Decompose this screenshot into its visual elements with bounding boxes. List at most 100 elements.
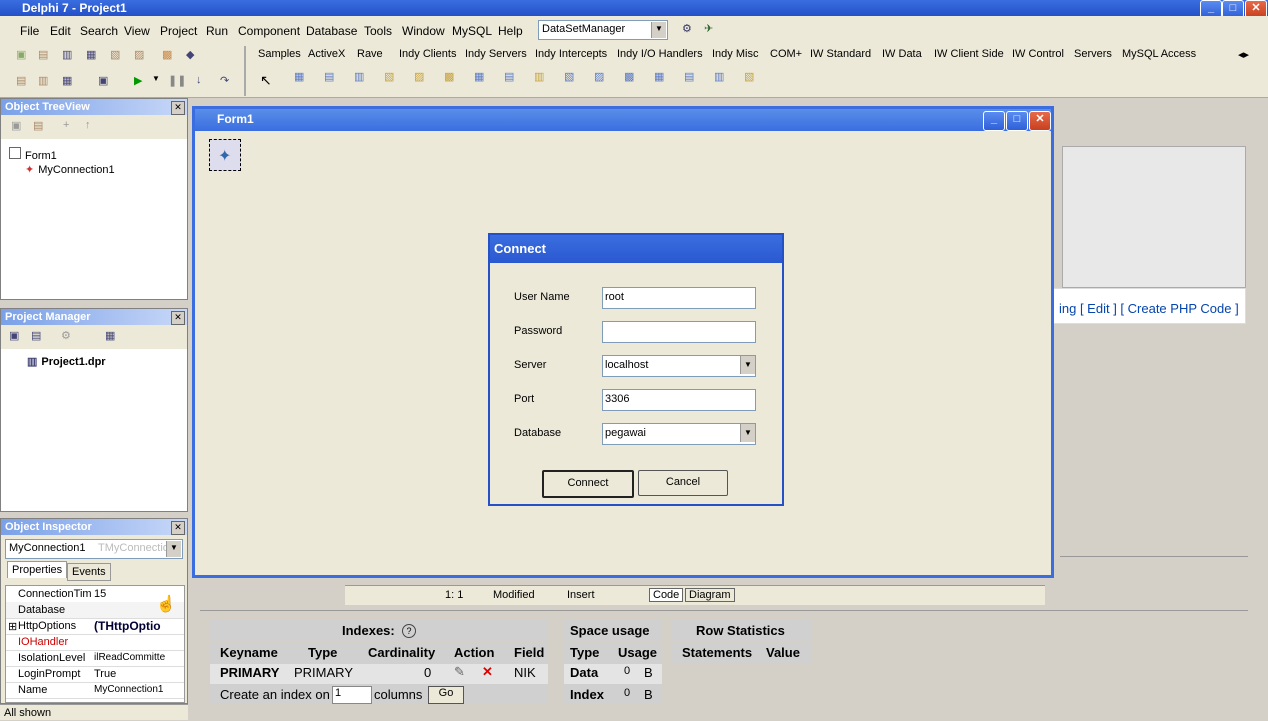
minimize-button[interactable]: _ bbox=[983, 111, 1005, 131]
view-unit-icon[interactable]: ▤ bbox=[16, 74, 32, 90]
menu-mysql[interactable]: MySQL bbox=[452, 24, 492, 38]
new-item-icon[interactable]: ▣ bbox=[11, 119, 27, 135]
property-row[interactable]: Name MyConnection1 bbox=[6, 682, 184, 699]
menu-window[interactable]: Window bbox=[402, 24, 445, 38]
palette-tab-indy-io-handlers[interactable]: Indy I/O Handlers bbox=[617, 48, 703, 60]
folder-icon[interactable]: ▤ bbox=[33, 119, 49, 135]
expand-icon[interactable]: ⊞ bbox=[8, 620, 17, 633]
user-name-input[interactable]: root bbox=[602, 287, 756, 309]
palette-tab-indy-servers[interactable]: Indy Servers bbox=[465, 48, 527, 60]
menu-edit[interactable]: Edit bbox=[50, 24, 71, 38]
menu-file[interactable]: File bbox=[20, 24, 39, 38]
menu-component[interactable]: Component bbox=[238, 24, 300, 38]
tree-item-form1[interactable]: Form1 bbox=[9, 147, 57, 162]
project-item[interactable]: ▥ Project1.dpr bbox=[27, 355, 106, 368]
palette-tab-mysql-access[interactable]: MySQL Access bbox=[1122, 48, 1196, 60]
palette-tab-servers[interactable]: Servers bbox=[1074, 48, 1112, 60]
property-row[interactable]: IOHandler bbox=[6, 634, 184, 651]
port-input[interactable]: 3306 bbox=[602, 389, 756, 411]
delete-icon[interactable]: ✕ bbox=[482, 664, 493, 680]
edit-icon[interactable]: ✎ bbox=[454, 664, 465, 680]
menu-view[interactable]: View bbox=[124, 24, 150, 38]
palette-tab-rave[interactable]: Rave bbox=[357, 48, 383, 60]
menu-help[interactable]: Help bbox=[498, 24, 523, 38]
run-icon[interactable]: ▶ bbox=[134, 74, 150, 90]
cancel-button[interactable]: Cancel bbox=[638, 470, 728, 496]
mysql-component-icon[interactable]: ▧ bbox=[384, 70, 400, 86]
pointer-icon[interactable]: ↖ bbox=[260, 72, 276, 88]
tab-properties[interactable]: Properties bbox=[7, 561, 68, 578]
save-icon[interactable]: ▥ bbox=[62, 48, 78, 64]
palette-tab-iw-client-side[interactable]: IW Client Side bbox=[934, 48, 1004, 60]
chevron-down-icon[interactable]: ▼ bbox=[740, 424, 755, 442]
inspector-object-combo[interactable]: MyConnection1 TMyConnection ▼ bbox=[5, 539, 183, 559]
palette-tab-activex[interactable]: ActiveX bbox=[308, 48, 345, 60]
palette-tab-iw-data[interactable]: IW Data bbox=[882, 48, 922, 60]
mysql-component-icon[interactable]: ▨ bbox=[594, 70, 610, 86]
menu-database[interactable]: Database bbox=[306, 24, 357, 38]
mysql-component-icon[interactable]: ▤ bbox=[504, 70, 520, 86]
property-row[interactable]: ⊞ HttpOptions (THttpOptio bbox=[6, 618, 184, 635]
mysql-component-icon[interactable]: ▧ bbox=[564, 70, 580, 86]
save-all-icon[interactable]: ▦ bbox=[86, 48, 102, 64]
trace-into-icon[interactable]: ↓ bbox=[196, 74, 212, 90]
chevron-down-icon[interactable]: ▼ bbox=[740, 356, 755, 374]
palette-tab-iw-standard[interactable]: IW Standard bbox=[810, 48, 871, 60]
myconnection-component-icon[interactable]: ✦ bbox=[209, 139, 241, 171]
password-input[interactable] bbox=[602, 321, 756, 343]
palette-tab-indy-misc[interactable]: Indy Misc bbox=[712, 48, 758, 60]
mysql-component-icon[interactable]: ▦ bbox=[294, 70, 310, 86]
view-form-icon[interactable]: ▥ bbox=[38, 74, 54, 90]
mysql-component-icon[interactable]: ▩ bbox=[444, 70, 460, 86]
mysql-component-icon[interactable]: ▨ bbox=[414, 70, 430, 86]
connect-button[interactable]: Connect bbox=[542, 470, 634, 498]
desktop-combo[interactable]: DataSetManager ▼ bbox=[538, 20, 668, 40]
options-icon[interactable]: ⚙ bbox=[61, 329, 77, 345]
step-over-icon[interactable]: ↷ bbox=[220, 74, 236, 90]
help-icon[interactable]: ◆ bbox=[186, 48, 202, 64]
tab-diagram[interactable]: Diagram bbox=[685, 588, 735, 602]
mysql-component-icon[interactable]: ▦ bbox=[654, 70, 670, 86]
mysql-component-icon[interactable]: ▥ bbox=[354, 70, 370, 86]
help-icon[interactable]: ? bbox=[402, 624, 416, 638]
mysql-component-icon[interactable]: ▤ bbox=[324, 70, 340, 86]
go-button[interactable]: Go bbox=[428, 686, 464, 704]
palette-scroll-icon[interactable]: ◂▸ bbox=[1238, 48, 1249, 61]
open-icon[interactable]: ▤ bbox=[38, 48, 54, 64]
tree-item-myconnection1[interactable]: ✦ MyConnection1 bbox=[25, 163, 115, 176]
palette-tab-indy-intercepts[interactable]: Indy Intercepts bbox=[535, 48, 607, 60]
maximize-button[interactable]: □ bbox=[1006, 111, 1028, 131]
mysql-component-icon[interactable]: ▥ bbox=[534, 70, 550, 86]
palette-tab-iw-control[interactable]: IW Control bbox=[1012, 48, 1064, 60]
menu-search[interactable]: Search bbox=[80, 24, 118, 38]
up-icon[interactable]: ↑ bbox=[85, 119, 101, 135]
mysql-component-icon[interactable]: ▦ bbox=[474, 70, 490, 86]
view-icon[interactable]: ▦ bbox=[105, 329, 121, 345]
desktop-save-icon[interactable]: ⚙ bbox=[682, 22, 698, 38]
close-icon[interactable]: ✕ bbox=[171, 521, 185, 535]
toggle-icon[interactable]: ▦ bbox=[62, 74, 78, 90]
menu-project[interactable]: Project bbox=[160, 24, 197, 38]
palette-tab-com-plus[interactable]: COM+ bbox=[770, 48, 802, 60]
server-combo[interactable]: localhost ▼ bbox=[602, 355, 756, 377]
property-row[interactable]: IsolationLevel ilReadCommitte bbox=[6, 650, 184, 667]
open-project-icon[interactable]: ▧ bbox=[110, 48, 126, 64]
database-combo[interactable]: pegawai ▼ bbox=[602, 423, 756, 445]
new-icon[interactable]: ▣ bbox=[16, 48, 32, 64]
desktop-set-icon[interactable]: ✈ bbox=[704, 22, 720, 38]
add-icon[interactable]: + bbox=[63, 119, 79, 135]
new-icon[interactable]: ▣ bbox=[9, 329, 25, 345]
index-columns-input[interactable]: 1 bbox=[332, 686, 372, 704]
web-links[interactable]: ing [ Edit ] [ Create PHP Code ] bbox=[1059, 301, 1239, 316]
new-form-icon[interactable]: ▣ bbox=[98, 74, 114, 90]
close-icon[interactable]: ✕ bbox=[171, 311, 185, 325]
pause-icon[interactable]: ❚❚ bbox=[168, 74, 186, 90]
close-button[interactable]: ✕ bbox=[1029, 111, 1051, 131]
mysql-component-icon[interactable]: ▩ bbox=[624, 70, 640, 86]
tab-events[interactable]: Events bbox=[67, 563, 111, 581]
close-icon[interactable]: ✕ bbox=[171, 101, 185, 115]
mysql-component-icon[interactable]: ▤ bbox=[684, 70, 700, 86]
mysql-component-icon[interactable]: ▥ bbox=[714, 70, 730, 86]
palette-tab-samples[interactable]: Samples bbox=[258, 48, 301, 60]
menu-run[interactable]: Run bbox=[206, 24, 228, 38]
